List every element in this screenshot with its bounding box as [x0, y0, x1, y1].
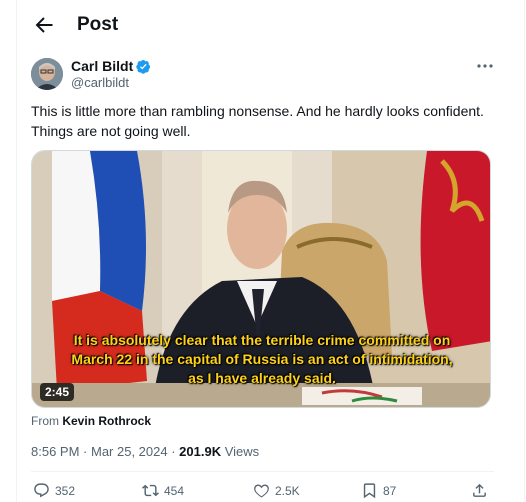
subtitle-line: March 22 in the capital of Russia is an …	[71, 351, 453, 367]
video-source: From Kevin Rothrock	[31, 414, 151, 428]
action-bar: 352 454 2.5K 87	[31, 480, 496, 502]
bookmark-button[interactable]: 87	[361, 482, 396, 499]
reply-count: 352	[55, 483, 76, 498]
post-date[interactable]: Mar 25, 2024	[91, 444, 168, 459]
like-button[interactable]: 2.5K	[253, 482, 300, 499]
back-arrow-icon[interactable]	[32, 13, 56, 37]
bookmark-icon	[363, 483, 376, 499]
heart-icon	[254, 484, 269, 498]
reply-button[interactable]: 352	[33, 482, 75, 499]
subtitle-line: as I have already said.	[188, 370, 336, 386]
bookmark-count: 87	[383, 483, 397, 498]
post-time[interactable]: 8:56 PM	[31, 444, 79, 459]
like-count: 2.5K	[275, 483, 300, 498]
video-subtitles: It is absolutely clear that the terrible…	[32, 331, 490, 388]
share-icon	[473, 483, 486, 497]
video-player[interactable]: It is absolutely clear that the terrible…	[31, 150, 491, 408]
tweet-text: This is little more than rambling nonsen…	[31, 103, 484, 139]
post-metadata: 8:56 PM · Mar 25, 2024 · 201.9K Views	[31, 444, 259, 459]
author-name-row: Carl Bildt	[71, 58, 151, 74]
share-button[interactable]	[471, 482, 488, 499]
views-count[interactable]: 201.9K	[179, 444, 221, 459]
reply-icon	[34, 483, 49, 498]
video-source-prefix: From	[31, 414, 63, 428]
author-name[interactable]: Carl Bildt	[71, 58, 133, 74]
avatar[interactable]	[31, 58, 63, 90]
meta-separator: ·	[167, 444, 180, 459]
meta-separator: ·	[79, 444, 91, 459]
verified-badge-icon	[136, 59, 151, 74]
author-handle[interactable]: @carlbildt	[71, 75, 129, 90]
repost-button[interactable]: 454	[142, 482, 184, 499]
repost-count: 454	[164, 483, 185, 498]
post-header: Post	[16, 0, 525, 50]
video-duration-badge: 2:45	[40, 383, 75, 401]
divider	[31, 471, 494, 472]
page-title: Post	[77, 14, 119, 35]
views-label: Views	[221, 444, 260, 459]
subtitle-line: It is absolutely clear that the terrible…	[73, 332, 451, 348]
more-options-icon[interactable]	[474, 58, 496, 74]
repost-icon	[142, 484, 159, 497]
video-source-link[interactable]: Kevin Rothrock	[62, 414, 151, 428]
